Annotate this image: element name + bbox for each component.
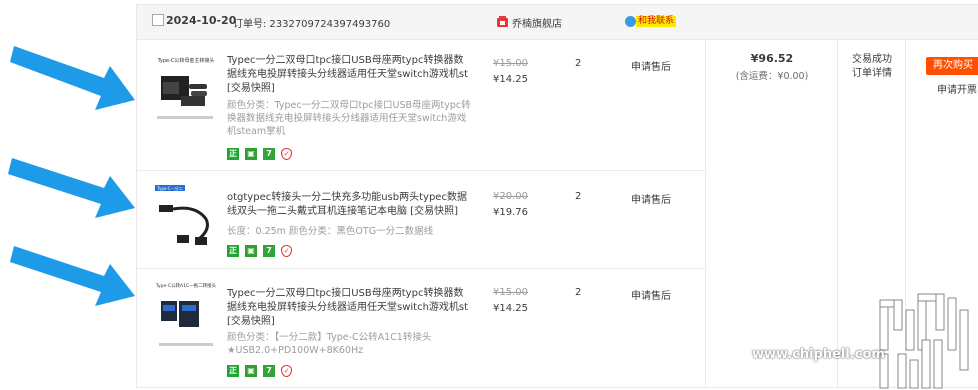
order-detail-link[interactable]: 订单详情 bbox=[837, 67, 907, 81]
code-badge-icon[interactable]: ▣ bbox=[245, 148, 257, 160]
product-title-link[interactable]: Typec一分二双母口tpc接口USB母座两typc转换器数据线充电投屏转接头分… bbox=[227, 287, 473, 329]
order-number: 订单号: 2332709724397493760 bbox=[233, 15, 390, 30]
status-text: 交易成功 bbox=[852, 54, 892, 65]
product-attributes: 颜色分类：Typec一分二双母口tpc接口USB母座两typc转换器数据线充电投… bbox=[227, 100, 471, 137]
thumb-caption: Type-C公转A1C一拖二转接头 bbox=[155, 282, 217, 289]
unit-price: ¥14.25 bbox=[493, 303, 528, 314]
protection-shield-icon[interactable]: ✓ bbox=[281, 365, 292, 377]
quantity: 2 bbox=[575, 58, 582, 69]
order-number-label: 订单号: bbox=[233, 19, 267, 30]
watermark-url: www.chiphell.com bbox=[752, 347, 885, 362]
service-badges: 正 ▣ 7 ✓ bbox=[227, 365, 292, 377]
seven-day-return-icon[interactable]: 7 bbox=[263, 148, 275, 160]
code-badge-icon[interactable]: ▣ bbox=[245, 245, 257, 257]
order-card: 2024-10-20 订单号: 2332709724397493760 乔楠旗舰店… bbox=[136, 4, 978, 388]
order-date: 2024-10-20 bbox=[166, 14, 237, 27]
order-number-value: 2332709724397493760 bbox=[269, 19, 391, 30]
original-price: ¥20.00 bbox=[493, 191, 528, 202]
order-status: 交易成功 订单详情 bbox=[837, 53, 907, 81]
arrow-2 bbox=[8, 158, 135, 218]
product-thumbnail[interactable]: Type-C一分二 bbox=[151, 179, 221, 257]
total-amount: ¥96.52 bbox=[750, 52, 794, 65]
order-item: Type-C公转母金主转接头 Typec一分二双母口tpc接口USB母座两typ… bbox=[137, 40, 705, 171]
seven-day-return-icon[interactable]: 7 bbox=[263, 365, 275, 377]
shipping-fee: (含运费：¥0.00) bbox=[735, 71, 809, 82]
shop-icon bbox=[497, 16, 508, 27]
product-attributes: 颜色分类：【一分二款】Type-C公转A1C1转接头★USB2.0+PD100W… bbox=[227, 332, 432, 356]
order-item: Type-C公转A1C一拖二转接头 Typec一分二双母口tpc接口USB母座两… bbox=[137, 269, 705, 389]
authentic-badge-icon[interactable]: 正 bbox=[227, 245, 239, 257]
product-thumbnail[interactable]: Type-C公转A1C一拖二转接头 bbox=[151, 277, 221, 355]
product-attributes: 长度：0.25m 颜色分类：黑色OTG一分二数据线 bbox=[227, 226, 434, 237]
contact-icon bbox=[625, 16, 636, 27]
service-badges: 正 ▣ 7 ✓ bbox=[227, 148, 292, 160]
thumb-caption: Type-C一分二 bbox=[156, 185, 182, 191]
after-sale-link[interactable]: 申请售后 bbox=[631, 191, 671, 206]
product-title-link[interactable]: Typec一分二双母口tpc接口USB母座两typc转换器数据线充电投屏转接头分… bbox=[227, 54, 473, 96]
order-operations: 再次购买 申请开票 bbox=[907, 57, 978, 96]
protection-shield-icon[interactable]: ✓ bbox=[281, 245, 292, 257]
order-checkbox[interactable] bbox=[152, 14, 164, 26]
rebuy-button[interactable]: 再次购买 bbox=[926, 57, 978, 75]
seven-day-return-icon[interactable]: 7 bbox=[263, 245, 275, 257]
after-sale-link[interactable]: 申请售后 bbox=[631, 58, 671, 73]
contact-seller-link[interactable]: 和我联系 bbox=[636, 16, 677, 27]
unit-price: ¥14.25 bbox=[493, 74, 528, 85]
shop-name-link[interactable]: 乔楠旗舰店 bbox=[512, 15, 562, 30]
after-sale-link[interactable]: 申请售后 bbox=[631, 287, 671, 302]
quantity: 2 bbox=[575, 191, 582, 202]
service-badges: 正 ▣ 7 ✓ bbox=[227, 245, 292, 257]
code-badge-icon[interactable]: ▣ bbox=[245, 365, 257, 377]
protection-shield-icon[interactable]: ✓ bbox=[281, 148, 292, 160]
order-item: Type-C一分二 otgtypec转接头一分二快充多功能usb两头typec数… bbox=[137, 171, 705, 269]
arrow-3 bbox=[10, 246, 135, 306]
authentic-badge-icon[interactable]: 正 bbox=[227, 148, 239, 160]
order-total: ¥96.52 (含运费：¥0.00) bbox=[707, 52, 837, 82]
original-price: ¥15.00 bbox=[493, 287, 528, 298]
divider bbox=[837, 40, 838, 387]
quantity: 2 bbox=[575, 287, 582, 298]
authentic-badge-icon[interactable]: 正 bbox=[227, 365, 239, 377]
product-thumbnail[interactable]: Type-C公转母金主转接头 bbox=[151, 52, 221, 130]
divider bbox=[905, 40, 906, 387]
divider bbox=[705, 40, 706, 387]
order-header: 2024-10-20 订单号: 2332709724397493760 乔楠旗舰店… bbox=[137, 5, 978, 40]
annotation-arrows bbox=[8, 46, 135, 306]
thumb-caption: Type-C公转母金主转接头 bbox=[157, 57, 215, 64]
arrow-1 bbox=[10, 46, 135, 110]
product-title-link[interactable]: otgtypec转接头一分二快充多功能usb两头typec数据线双头一拖二头戴式… bbox=[227, 191, 473, 219]
unit-price: ¥19.76 bbox=[493, 207, 528, 218]
original-price: ¥15.00 bbox=[493, 58, 528, 69]
request-invoice-link[interactable]: 申请开票 bbox=[937, 81, 978, 96]
